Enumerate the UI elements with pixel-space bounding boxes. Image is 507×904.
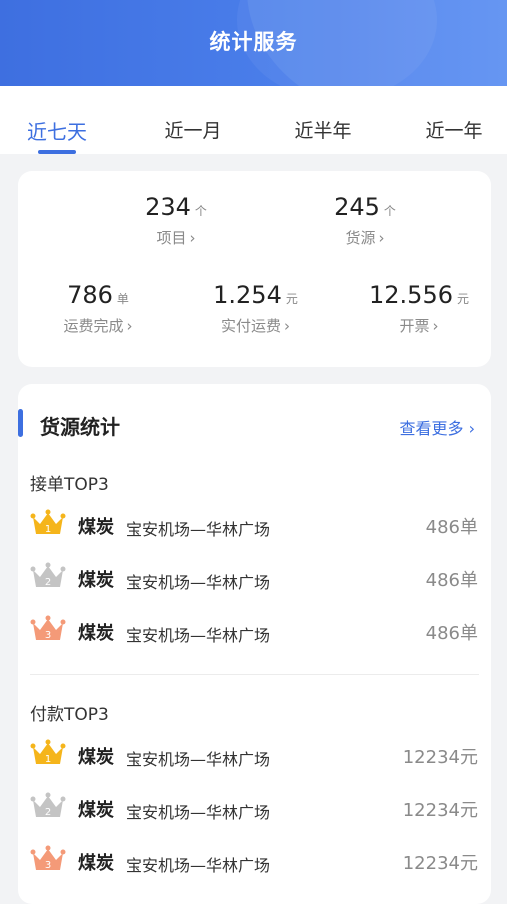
cargo-name: 煤炭 (78, 800, 114, 821)
stat-value: 786 (67, 281, 113, 309)
tab-seven-days[interactable]: 近七天 (12, 116, 102, 145)
section-title: 货源统计 (40, 415, 120, 439)
crown-gold-icon: 1 (30, 509, 66, 535)
stat-paid-freight[interactable]: 1.254 元 实付运费 › (193, 281, 318, 336)
order-count: 486单 (425, 623, 478, 644)
period-tabs: 近七天 近一月 近半年 近一年 (0, 86, 507, 154)
route-text: 宝安机场—华林广场 (126, 856, 271, 875)
cargo-name: 煤炭 (78, 747, 114, 768)
order-count: 486单 (425, 570, 478, 591)
list-item[interactable]: 2 煤炭 宝安机场—华林广场 12234元 (30, 792, 478, 822)
payment-top-title: 付款TOP3 (30, 705, 109, 725)
tab-one-month[interactable]: 近一月 (148, 116, 238, 143)
list-item[interactable]: 1 煤炭 宝安机场—华林广场 486单 (30, 509, 478, 539)
stat-value-row: 234 个 (126, 193, 226, 221)
stat-unit: 元 (456, 292, 469, 306)
list-item[interactable]: 3 煤炭 宝安机场—华林广场 486单 (30, 615, 478, 645)
section-accent-bar (18, 409, 23, 437)
summary-card: 234 个 项目 › 245 个 货源 › 786 单 运费完成 › 1.254 元 实付运费… (18, 171, 491, 367)
payment-amount: 12234元 (402, 800, 478, 821)
tab-one-year[interactable]: 近一年 (409, 116, 499, 143)
view-more-link[interactable]: 查看更多 › (399, 415, 475, 439)
payment-amount: 12234元 (402, 853, 478, 874)
stat-value-row: 245 个 (315, 193, 415, 221)
stat-label-row: 货源 › (315, 227, 415, 248)
stat-label-row: 实付运费 › (193, 315, 318, 336)
stat-value: 234 (145, 193, 191, 221)
svg-text:2: 2 (45, 807, 51, 818)
svg-text:3: 3 (45, 860, 51, 871)
stat-label: 实付运费 (220, 317, 281, 335)
route-text: 宝安机场—华林广场 (126, 750, 271, 769)
stat-value-row: 1.254 元 (193, 281, 318, 309)
app-header: 统计服务 (0, 0, 507, 86)
route-text: 宝安机场—华林广场 (126, 803, 271, 822)
tab-half-year[interactable]: 近半年 (278, 116, 368, 143)
order-top-title: 接单TOP3 (30, 475, 109, 495)
stat-unit: 单 (116, 292, 129, 306)
stat-label: 开票 (399, 317, 430, 335)
stat-value-row: 12.556 元 (354, 281, 484, 309)
svg-text:3: 3 (45, 630, 51, 641)
list-item[interactable]: 2 煤炭 宝安机场—华林广场 486单 (30, 562, 478, 592)
route-text: 宝安机场—华林广场 (126, 626, 271, 645)
payment-amount: 12234元 (402, 747, 478, 768)
stat-label-row: 项目 › (126, 227, 226, 248)
stat-label: 项目 (156, 229, 187, 247)
chevron-right-icon: › (189, 229, 196, 247)
stat-value: 1.254 (213, 281, 282, 309)
stat-unit: 个 (383, 204, 396, 218)
order-count: 486单 (425, 517, 478, 538)
chevron-right-icon: › (284, 317, 290, 335)
crown-silver-icon: 2 (30, 792, 66, 818)
stat-value: 245 (334, 193, 380, 221)
crown-silver-icon: 2 (30, 562, 66, 588)
stat-invoice[interactable]: 12.556 元 开票 › (354, 281, 484, 336)
chevron-right-icon: › (378, 229, 385, 247)
cargo-name: 煤炭 (78, 853, 114, 874)
svg-text:1: 1 (45, 754, 51, 765)
chevron-right-icon: › (468, 419, 475, 438)
crown-bronze-icon: 3 (30, 845, 66, 871)
stat-sources[interactable]: 245 个 货源 › (315, 193, 415, 248)
stat-label-row: 开票 › (354, 315, 484, 336)
stat-unit: 元 (285, 292, 298, 306)
chevron-right-icon: › (126, 317, 133, 335)
cargo-name: 煤炭 (78, 570, 114, 591)
goods-stats-card: 货源统计 查看更多 › 接单TOP3 1 煤炭 宝安机场—华林广场 486单 2… (18, 384, 491, 904)
section-divider (30, 674, 479, 675)
svg-text:1: 1 (45, 524, 51, 535)
crown-gold-icon: 1 (30, 739, 66, 765)
stat-unit: 个 (194, 204, 207, 218)
page-title: 统计服务 (209, 30, 298, 54)
list-item[interactable]: 1 煤炭 宝安机场—华林广场 12234元 (30, 739, 478, 769)
active-tab-indicator (38, 150, 76, 154)
list-item[interactable]: 3 煤炭 宝安机场—华林广场 12234元 (30, 845, 478, 875)
stat-label: 运费完成 (63, 317, 124, 335)
svg-text:2: 2 (45, 577, 51, 588)
stat-freight-done[interactable]: 786 单 运费完成 › (38, 281, 158, 336)
stat-projects[interactable]: 234 个 项目 › (126, 193, 226, 248)
stat-label: 货源 (345, 229, 376, 247)
view-more-label: 查看更多 (399, 419, 464, 438)
cargo-name: 煤炭 (78, 623, 114, 644)
cargo-name: 煤炭 (78, 517, 114, 538)
stat-value-row: 786 单 (38, 281, 158, 309)
route-text: 宝安机场—华林广场 (126, 520, 271, 539)
crown-bronze-icon: 3 (30, 615, 66, 641)
chevron-right-icon: › (432, 317, 439, 335)
stat-label-row: 运费完成 › (38, 315, 158, 336)
stat-value: 12.556 (369, 281, 453, 309)
route-text: 宝安机场—华林广场 (126, 573, 271, 592)
